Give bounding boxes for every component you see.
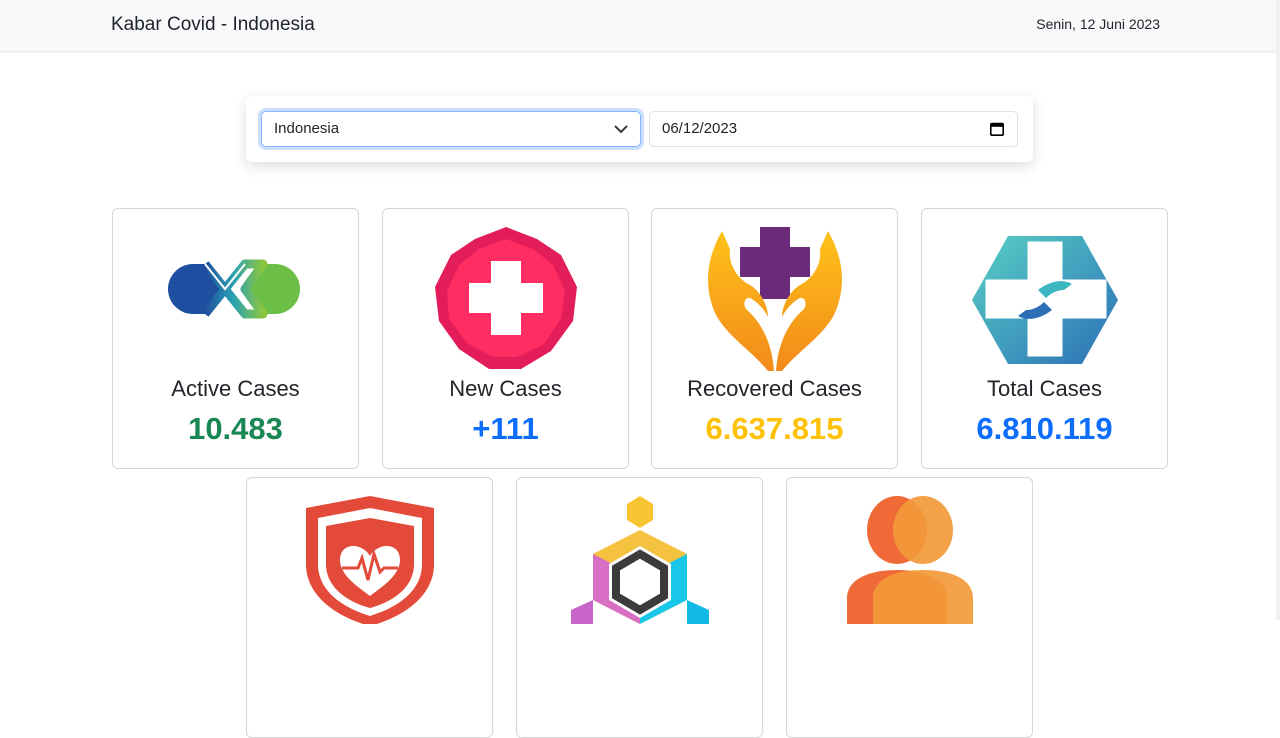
stat-card-6 [516,477,763,738]
new-cases-label: New Cases [449,376,562,401]
stat-card-7 [786,477,1033,738]
medical-cross-icon [434,227,577,369]
date-input[interactable]: 06/12/2023 [649,111,1018,147]
total-cases-label: Total Cases [987,376,1102,401]
top-navbar: Kabar Covid - Indonesia Senin, 12 Juni 2… [0,0,1280,52]
active-cases-card: Active Cases 10.483 [112,208,359,469]
recovered-cases-value: 6.637.815 [705,411,844,446]
filter-card: Indonesia 06/12/2023 [246,96,1033,162]
active-cases-value: 10.483 [188,411,283,446]
total-cases-card: Total Cases 6.810.119 [921,208,1168,469]
new-cases-value: +111 [472,411,539,446]
total-cases-value: 6.810.119 [976,411,1113,446]
dna-icon [167,259,300,319]
heart-shield-icon [305,496,434,624]
header-date: Senin, 12 Juni 2023 [1036,16,1160,32]
chevron-down-icon [614,125,628,134]
active-cases-label: Active Cases [171,376,300,401]
calendar-icon[interactable] [990,122,1004,136]
recovered-cases-label: Recovered Cases [687,376,862,401]
date-input-value: 06/12/2023 [662,120,738,137]
recovered-cases-card: Recovered Cases 6.637.815 [651,208,898,469]
hexagon-cross-hands-icon [971,236,1118,364]
stat-card-5 [246,477,493,738]
country-select[interactable]: Indonesia [261,111,641,147]
scrollbar[interactable] [1276,0,1280,620]
people-icon [846,496,973,624]
hexagon-blocks-icon [570,496,709,624]
brand-title[interactable]: Kabar Covid - Indonesia [111,14,315,36]
new-cases-card: New Cases +111 [382,208,629,469]
country-select-value: Indonesia [274,120,340,137]
caring-hands-cross-icon [707,227,842,371]
